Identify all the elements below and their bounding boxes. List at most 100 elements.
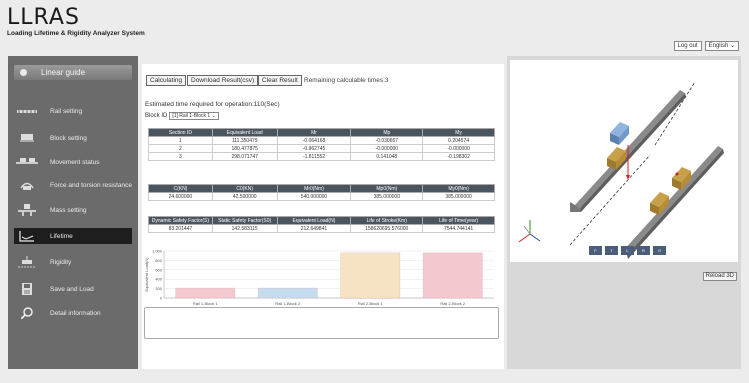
x-tick-label: Rail 1-Block 2: [275, 301, 300, 306]
sidebar-item-force-torsion[interactable]: Force and torsion resistance: [14, 177, 132, 193]
table-cell: 1: [148, 136, 213, 145]
logout-button[interactable]: Log out: [673, 41, 702, 51]
table-cell: 42.500000: [211, 192, 278, 201]
y-tick-label: 0: [160, 296, 163, 301]
table-cell: 540.000000: [276, 192, 352, 201]
view-origin-button[interactable]: O: [653, 246, 666, 255]
view-right-button[interactable]: R: [637, 246, 650, 255]
sidebar-item-label: Detail information: [50, 309, 101, 317]
axis-triad-icon: [518, 220, 541, 243]
table-header-row: C(KN) C0(KN) Mr0(Nm) Mp0(Nm) My0(Nm): [148, 184, 495, 193]
table-cell: -1.811552: [276, 152, 352, 161]
table-header: Dynamic Safety Factor(S): [148, 216, 213, 225]
sidebar-item-label: Movement status: [50, 158, 100, 166]
mass-icon: [14, 204, 40, 216]
table-row: 3 298.071747 -1.811552 0.141048 -0.19830…: [148, 152, 495, 161]
sidebar-item-detail-information[interactable]: Detail information: [14, 305, 132, 321]
sidebar-item-mass-setting[interactable]: Mass setting: [14, 202, 132, 218]
sidebar-item-rigidity[interactable]: Rigidity: [14, 254, 132, 270]
table-row: 2 180.477875 -0.962745 -0.000000 -0.0000…: [148, 144, 495, 153]
sidebar-item-lifetime[interactable]: Lifetime: [14, 228, 132, 244]
table-cell: -0.064168: [276, 136, 352, 145]
lifetime-icon: [14, 230, 40, 242]
sidebar-item-block-setting[interactable]: Block setting: [14, 130, 132, 146]
calculating-button[interactable]: Calculating: [146, 75, 187, 86]
sidebar-header-linear-guide[interactable]: Linear guide: [14, 65, 132, 80]
y-tick-label: 800: [155, 258, 162, 263]
safety-life-table: Dynamic Safety Factor(S) Static Safety F…: [148, 216, 495, 233]
x-tick-label: Rail 2-Block 2: [440, 301, 465, 306]
bar: [257, 287, 318, 299]
viewer-panel: F T L R O Reload 3D: [507, 56, 741, 369]
sidebar: Linear guide Rail setting Block setting …: [8, 56, 138, 369]
app-logo: LLRAS Loading Lifetime & Rigidity Analyz…: [7, 7, 145, 38]
sidebar-item-label: Rigidity: [50, 258, 72, 266]
table-header: Mr0(Nm): [276, 184, 352, 193]
table-header: Mr: [276, 128, 352, 137]
bar: [340, 252, 401, 299]
notes-textarea[interactable]: [144, 307, 499, 339]
view-front-button[interactable]: F: [589, 246, 602, 255]
view-left-button[interactable]: L: [621, 246, 634, 255]
table-cell: -0.000000: [350, 144, 424, 153]
block-id-select[interactable]: [1] Rail 1-Block 1 ⌄: [169, 112, 219, 120]
sidebar-item-label: Rail setting: [50, 107, 83, 115]
linear-guide-3d-model: [518, 81, 724, 259]
table-header: Static Safety Factor(S0): [211, 216, 278, 225]
rail-2: [622, 146, 724, 259]
sidebar-item-movement-status[interactable]: Movement status: [14, 154, 132, 170]
block-rail1-2: [610, 122, 629, 145]
table-row: 1 111.350479 -0.064168 -0.030657 0.20457…: [148, 136, 495, 145]
table-header: Mp0(Nm): [350, 184, 424, 193]
table-row: 24.600000 42.500000 540.000000 385.00000…: [148, 192, 495, 201]
table-header-row: Section ID Equivalent Load Mr Mp My: [148, 128, 495, 137]
table-cell: -0.962745: [276, 144, 352, 153]
y-tick-label: 400: [155, 277, 162, 282]
rail-icon: [14, 109, 40, 114]
sidebar-item-label: Save and Load: [50, 285, 94, 293]
table-cell: 385.000000: [350, 192, 424, 201]
table-header: Section ID: [148, 128, 213, 137]
reload-3d-button[interactable]: Reload 3D: [702, 272, 737, 281]
y-tick-label: 200: [155, 286, 162, 291]
sidebar-item-save-load[interactable]: Save and Load: [14, 281, 132, 297]
block-icon: [14, 134, 40, 142]
download-result-button[interactable]: Download Result(csv): [187, 75, 259, 86]
language-select[interactable]: English ⌄: [704, 41, 739, 51]
table-cell: 180.477875: [211, 144, 278, 153]
y-tick-label: 1,000: [152, 249, 163, 254]
table-cell: 7544.744141: [422, 224, 495, 233]
y-axis-label: Equivalent Load(N): [144, 257, 149, 292]
3d-viewer[interactable]: F T L R O: [510, 60, 738, 262]
sidebar-item-rail-setting[interactable]: Rail setting: [14, 103, 132, 119]
remaining-times-text: Remaining calculable times:3: [304, 77, 389, 84]
table-header-row: Dynamic Safety Factor(S) Static Safety F…: [148, 216, 495, 225]
table-cell: 3: [148, 152, 213, 161]
block-id-label: Block ID: [145, 113, 168, 119]
block-id-value: [1] Rail 1-Block 1: [172, 113, 211, 119]
rigidity-icon: [14, 256, 40, 268]
table-cell: 0.204574: [422, 136, 495, 145]
circle-icon: [20, 69, 27, 76]
table-row: 83.201447 142.583115 212.649841 15862069…: [148, 224, 495, 233]
table-cell: -0.198302: [422, 152, 495, 161]
view-top-button[interactable]: T: [605, 246, 618, 255]
block-id-row: Block ID [1] Rail 1-Block 1 ⌄: [145, 112, 219, 120]
save-icon: [14, 283, 40, 295]
table-cell: 24.600000: [148, 192, 213, 201]
table-cell: 111.350479: [211, 136, 278, 145]
force-arrow-head: [626, 175, 630, 180]
table-cell: 298.071747: [211, 152, 278, 161]
table-header: Equivalent Load: [211, 128, 278, 137]
language-value: English: [708, 43, 729, 49]
table-header: My: [422, 128, 495, 137]
clear-result-button[interactable]: Clear Result: [258, 75, 302, 86]
table-cell: -0.030657: [350, 136, 424, 145]
table-cell: 83.201447: [148, 224, 213, 233]
search-icon: [14, 307, 40, 319]
table-cell: 385.000000: [422, 192, 495, 201]
table-cell: 142.583115: [211, 224, 278, 233]
rated-load-table: C(KN) C0(KN) Mr0(Nm) Mp0(Nm) My0(Nm) 24.…: [148, 184, 495, 201]
table-header: C0(KN): [211, 184, 278, 193]
estimated-time-text: Estimated time required for operation:11…: [145, 101, 280, 108]
